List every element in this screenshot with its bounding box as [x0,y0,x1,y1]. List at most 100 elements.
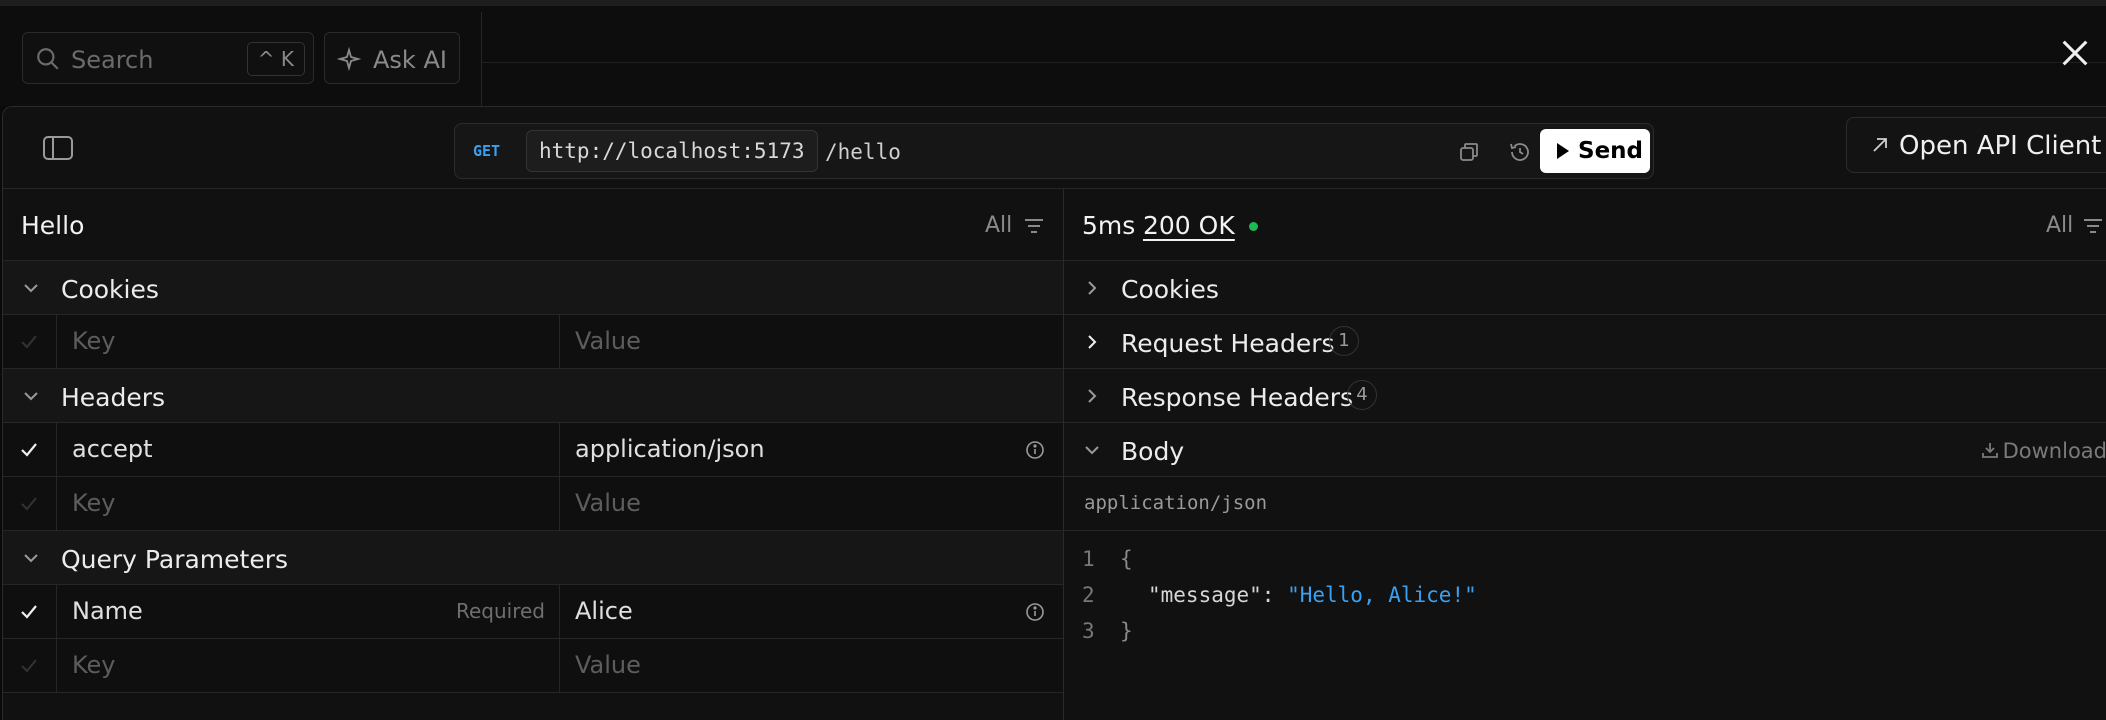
code-line: 2 "message": "Hello, Alice!" [1064,577,2106,613]
query-value-field[interactable]: Alice [561,585,1063,638]
divider [482,62,2106,63]
json-key: "message" [1148,583,1262,607]
check-icon [21,443,37,457]
ask-ai-button[interactable]: Ask AI [324,32,460,84]
response-headers-label: Response Headers [1121,383,1354,412]
download-label: Download [2002,439,2106,463]
chevron-down-icon [24,554,38,563]
check-icon [21,659,37,673]
search-input[interactable]: Search ^ K [22,32,314,84]
check-icon [21,605,37,619]
ask-ai-label: Ask AI [373,46,447,74]
query-parameters-label: Query Parameters [61,545,289,574]
info-icon[interactable] [1025,440,1045,460]
send-label: Send [1578,138,1644,164]
cookies-label: Cookies [61,275,159,304]
headers-section[interactable]: Headers [3,369,1063,423]
query-key-field[interactable]: Key [58,639,560,692]
info-icon[interactable] [1025,602,1045,622]
line-number: 2 [1082,583,1095,607]
header-key-field[interactable]: accept [58,423,560,476]
response-cookies-section[interactable]: Cookies [1064,261,2106,315]
body-section[interactable]: Body Download [1064,423,2106,477]
required-badge: Required [455,599,545,623]
path-input[interactable]: /hello [825,136,901,168]
play-icon [1557,143,1569,159]
open-api-client-button[interactable]: Open API Client [1846,117,2106,173]
chevron-down-icon [1085,446,1099,455]
json-separator: : [1261,583,1288,607]
query-row-empty: Key Value [3,639,1063,693]
query-parameters-section[interactable]: Query Parameters [3,531,1063,585]
json-string: "Hello, Alice!" [1287,583,1477,607]
header-value-field[interactable]: application/json [561,423,1063,476]
cookie-row-empty: Key Value [3,315,1063,369]
status-code[interactable]: 200 OK [1143,211,1235,240]
external-arrow-icon [1873,138,1887,152]
content-type: application/json [1084,492,1268,514]
search-shortcut: ^ K [246,42,305,76]
cookie-value-field[interactable]: Value [561,315,1063,368]
request-header: Hello All [3,189,1063,261]
response-headers-count: 4 [1347,380,1377,410]
response-filter[interactable]: All [2046,213,2102,238]
headers-label: Headers [61,383,166,412]
download-icon [1981,443,1998,458]
header-row: accept application/json [3,423,1063,477]
status-indicator [1249,222,1258,231]
row-checkbox[interactable] [3,423,57,476]
download-button[interactable]: Download [1981,439,2106,463]
chevron-down-icon [24,392,38,401]
row-checkbox[interactable] [3,639,57,692]
check-icon [21,335,37,349]
check-icon [21,497,37,511]
open-api-client-label: Open API Client [1899,131,2102,161]
chevron-right-icon [1088,335,1097,349]
query-key-text: Name [72,597,143,625]
copy-icon[interactable] [1457,140,1481,164]
code-content: "message": "Hello, Alice!" [1148,577,1477,613]
row-checkbox[interactable] [3,315,57,368]
response-time: 5ms [1082,211,1136,240]
history-icon[interactable] [1508,140,1532,164]
header-key-field[interactable]: Key [58,477,560,530]
cookies-section[interactable]: Cookies [3,261,1063,315]
top-bar-left: Search ^ K Ask AI [0,12,482,112]
sidebar-icon[interactable] [41,133,75,163]
request-headers-section[interactable]: Request Headers 1 [1064,315,2106,369]
response-headers-section[interactable]: Response Headers 4 [1064,369,2106,423]
request-toolbar: GET http://localhost:5173 /hello Send Op… [3,107,2106,189]
search-placeholder: Search [71,46,154,74]
send-button[interactable]: Send [1540,129,1650,173]
row-checkbox[interactable] [3,585,57,638]
response-header: 5ms 200 OK All [1064,189,2106,261]
method-badge[interactable]: GET [473,142,500,160]
content-type-row: application/json [1064,477,2106,531]
code-brace: } [1120,619,1133,643]
url-bar: GET http://localhost:5173 /hello Send [454,123,1654,179]
line-number: 3 [1082,619,1095,643]
filter-icon [1025,219,1043,233]
row-checkbox[interactable] [3,477,57,530]
server-url[interactable]: http://localhost:5173 [526,130,818,172]
filter-icon [2084,219,2102,233]
header-row-empty: Key Value [3,477,1063,531]
query-key-field[interactable]: Name Required [58,585,560,638]
sparkle-icon [337,47,361,71]
chevron-down-icon [24,284,38,293]
request-title: Hello [21,211,85,240]
chevron-right-icon [1088,389,1097,403]
close-icon[interactable] [2058,36,2092,70]
top-bar: Search ^ K Ask AI [0,0,2106,112]
header-value-field[interactable]: Value [561,477,1063,530]
code-brace: { [1120,547,1133,571]
request-filter[interactable]: All [985,213,1043,238]
request-headers-label: Request Headers [1121,329,1335,358]
line-number: 1 [1082,547,1095,571]
query-value-field[interactable]: Value [561,639,1063,692]
code-line: 1 { [1064,541,2106,577]
request-headers-count: 1 [1329,326,1359,356]
header-value-text: application/json [575,435,765,463]
chevron-right-icon [1088,281,1097,295]
cookie-key-field[interactable]: Key [58,315,560,368]
